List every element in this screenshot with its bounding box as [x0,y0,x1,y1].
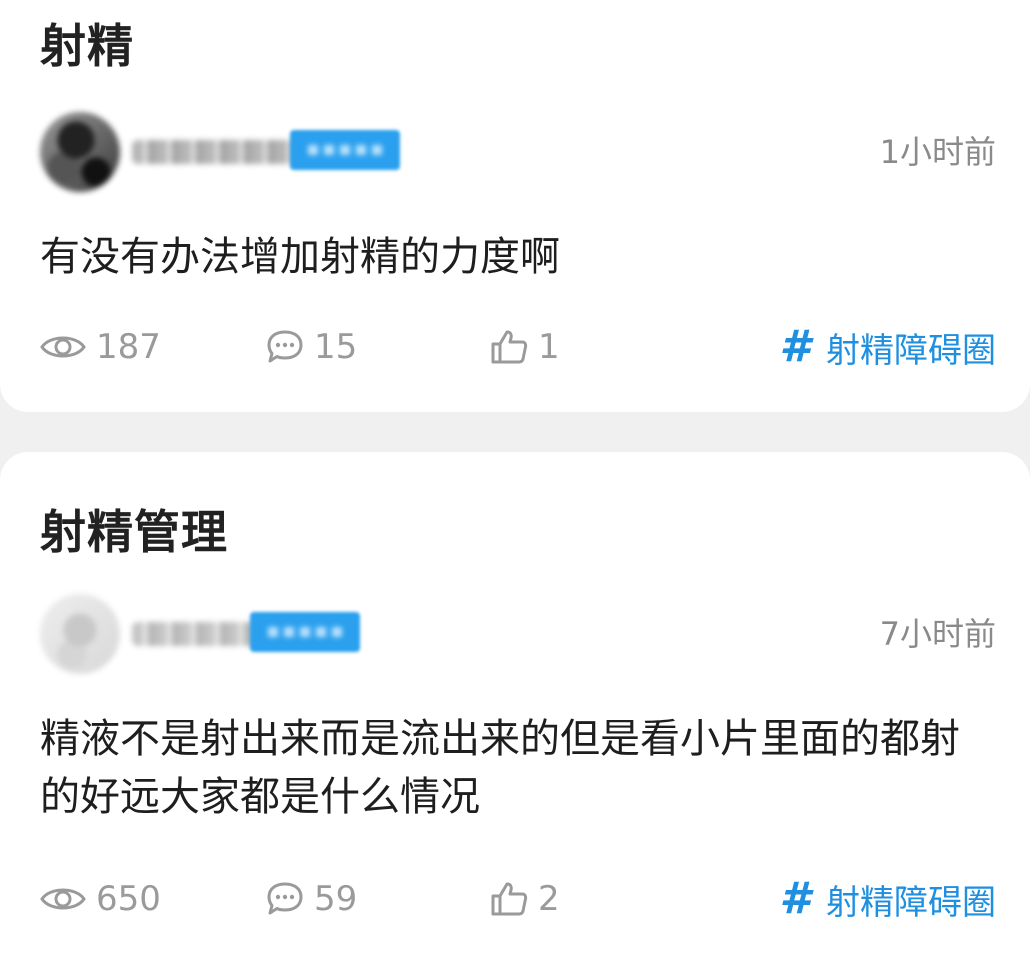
topic-label: 射精障碍圈 [826,330,996,371]
likes-count: 1 [538,327,560,367]
comments-stat[interactable]: 15 [266,325,357,369]
thumbs-up-icon [491,330,528,364]
level-badge [250,612,360,652]
avatar[interactable] [40,112,120,192]
likes-stat[interactable]: 2 [490,877,560,921]
likes-stat[interactable]: 1 [490,325,560,369]
thumbs-up-icon [491,882,528,916]
comment-bubble-icon [267,882,303,915]
hashtag-icon: # [779,321,810,372]
post-card[interactable]: 射精管理 7小时前 精液不是射出来而是流出来的但是看小片里面的都射的好远大家都是… [0,452,1030,955]
hashtag-icon: # [779,873,810,924]
comment-bubble-icon [267,330,303,363]
topic-tag[interactable]: # 射精障碍圈 [779,321,996,372]
post-body[interactable]: 有没有办法增加射精的力度啊 [40,228,990,286]
author-row: 1小时前 [40,112,996,192]
post-feed: 射精 1小时前 有没有办法增加射精的力度啊 187 15 1 # 射精障碍圈 射… [0,0,1030,955]
views-count: 650 [96,879,161,919]
comments-count: 15 [314,327,358,367]
views-stat: 187 [40,325,161,369]
topic-label: 射精障碍圈 [826,882,996,923]
post-title[interactable]: 射精管理 [40,504,228,560]
post-time: 1小时前 [879,133,996,171]
eye-icon [40,888,86,910]
post-card[interactable]: 射精 1小时前 有没有办法增加射精的力度啊 187 15 1 # 射精障碍圈 [0,0,1030,412]
stats-row: 650 59 2 # 射精障碍圈 [40,873,996,924]
views-stat: 650 [40,877,161,921]
level-badge [290,130,400,170]
comments-count: 59 [314,879,358,919]
post-body[interactable]: 精液不是射出来而是流出来的但是看小片里面的都射的好远大家都是什么情况 [40,710,990,826]
post-title[interactable]: 射精 [40,18,134,74]
eye-icon [40,336,86,358]
avatar[interactable] [40,594,120,674]
topic-tag[interactable]: # 射精障碍圈 [779,873,996,924]
views-count: 187 [96,327,161,367]
stats-row: 187 15 1 # 射精障碍圈 [40,321,996,372]
likes-count: 2 [538,879,560,919]
author-row: 7小时前 [40,594,996,674]
post-time: 7小时前 [879,615,996,653]
comments-stat[interactable]: 59 [266,877,357,921]
